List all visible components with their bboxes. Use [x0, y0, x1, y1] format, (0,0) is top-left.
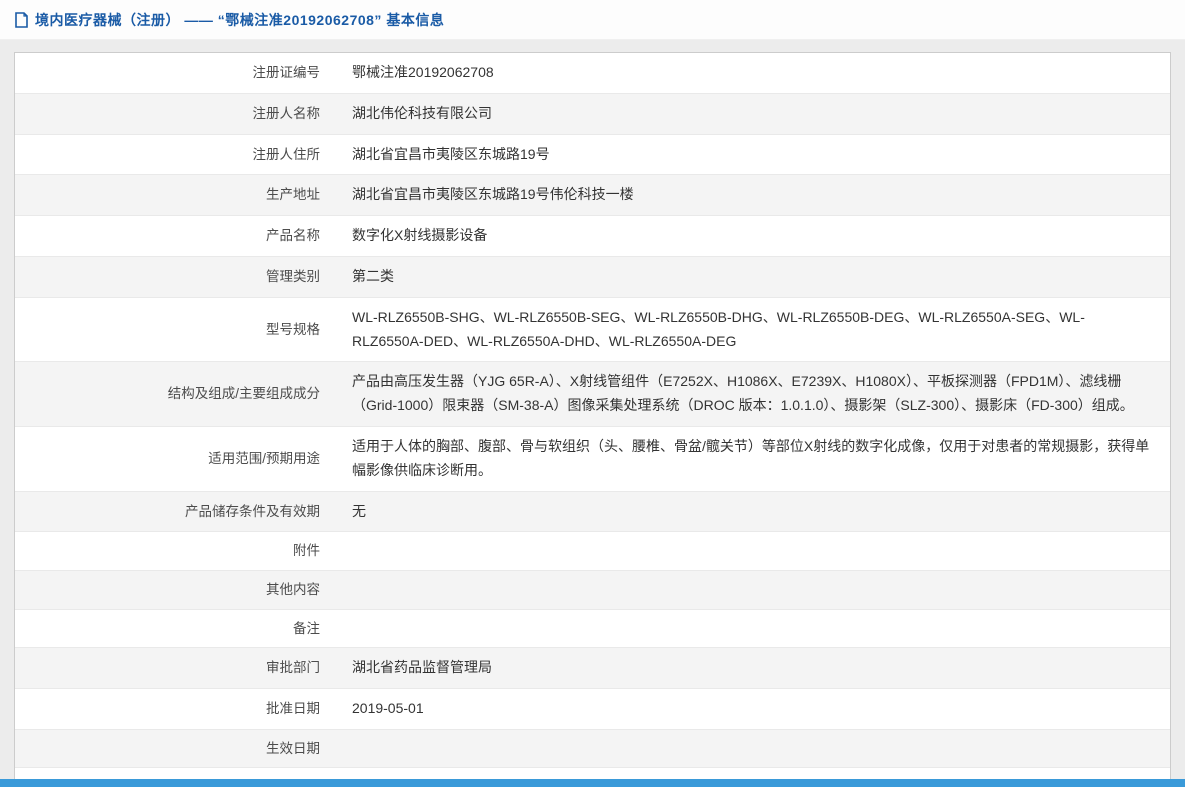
- row-label: 注册人住所: [15, 136, 338, 174]
- row-value: [338, 741, 1170, 757]
- row-label: 产品储存条件及有效期: [15, 493, 338, 531]
- row-value: 湖北省宜昌市夷陵区东城路19号: [338, 135, 1170, 175]
- row-value: 2019-05-01: [338, 689, 1170, 729]
- table-row: 生效日期: [15, 730, 1170, 769]
- row-label: 产品名称: [15, 217, 338, 255]
- row-value: 鄂械注准20192062708: [338, 53, 1170, 93]
- row-label: 注册证编号: [15, 54, 338, 92]
- row-label: 附件: [15, 532, 338, 570]
- row-value: [338, 543, 1170, 559]
- table-row: 注册人名称湖北伟伦科技有限公司: [15, 94, 1170, 135]
- row-value: 第二类: [338, 257, 1170, 297]
- row-label: 注册人名称: [15, 95, 338, 133]
- row-label: 生效日期: [15, 730, 338, 768]
- row-value: 适用于人体的胸部、腹部、骨与软组织（头、腰椎、骨盆/髋关节）等部位X射线的数字化…: [338, 427, 1170, 491]
- row-label: 生产地址: [15, 176, 338, 214]
- table-row: 结构及组成/主要组成成分产品由高压发生器（YJG 65R-A）、X射线管组件（E…: [15, 362, 1170, 427]
- row-label: 批准日期: [15, 690, 338, 728]
- row-value: WL-RLZ6550B-SHG、WL-RLZ6550B-SEG、WL-RLZ65…: [338, 298, 1170, 362]
- row-label: 审批部门: [15, 649, 338, 687]
- table-row: 备注: [15, 610, 1170, 649]
- row-label: 型号规格: [15, 311, 338, 349]
- row-value: 产品由高压发生器（YJG 65R-A）、X射线管组件（E7252X、H1086X…: [338, 362, 1170, 426]
- row-value: 数字化X射线摄影设备: [338, 216, 1170, 256]
- row-value: [338, 620, 1170, 636]
- table-row: 其他内容: [15, 571, 1170, 610]
- table-row: 注册证编号鄂械注准20192062708: [15, 53, 1170, 94]
- table-row: 型号规格WL-RLZ6550B-SHG、WL-RLZ6550B-SEG、WL-R…: [15, 298, 1170, 363]
- table-row: 产品储存条件及有效期无: [15, 492, 1170, 533]
- row-label: 管理类别: [15, 258, 338, 296]
- row-label: 备注: [15, 610, 338, 648]
- table-row: 批准日期2019-05-01: [15, 689, 1170, 730]
- table-row: 注册人住所湖北省宜昌市夷陵区东城路19号: [15, 135, 1170, 176]
- row-label: 适用范围/预期用途: [15, 440, 338, 478]
- table-row: 管理类别第二类: [15, 257, 1170, 298]
- page-title: 境内医疗器械（注册） —— “鄂械注准20192062708” 基本信息: [35, 10, 444, 30]
- document-icon: [14, 12, 29, 28]
- row-value: 湖北省药品监督管理局: [338, 648, 1170, 688]
- row-value: 无: [338, 492, 1170, 532]
- row-value: [338, 582, 1170, 598]
- table-row: 审批部门湖北省药品监督管理局: [15, 648, 1170, 689]
- page-header: 境内医疗器械（注册） —— “鄂械注准20192062708” 基本信息: [0, 0, 1185, 40]
- page: 境内医疗器械（注册） —— “鄂械注准20192062708” 基本信息 注册证…: [0, 0, 1185, 787]
- row-label: 结构及组成/主要组成成分: [15, 375, 338, 413]
- row-value: 湖北省宜昌市夷陵区东城路19号伟伦科技一楼: [338, 175, 1170, 215]
- table-row: 产品名称数字化X射线摄影设备: [15, 216, 1170, 257]
- table-row: 生产地址湖北省宜昌市夷陵区东城路19号伟伦科技一楼: [15, 175, 1170, 216]
- bottom-accent-bar: [0, 779, 1185, 787]
- table-row: 附件: [15, 532, 1170, 571]
- info-table: 注册证编号鄂械注准20192062708注册人名称湖北伟伦科技有限公司注册人住所…: [14, 52, 1171, 787]
- row-value: 湖北伟伦科技有限公司: [338, 94, 1170, 134]
- table-row: 适用范围/预期用途适用于人体的胸部、腹部、骨与软组织（头、腰椎、骨盆/髋关节）等…: [15, 427, 1170, 492]
- row-label: 其他内容: [15, 571, 338, 609]
